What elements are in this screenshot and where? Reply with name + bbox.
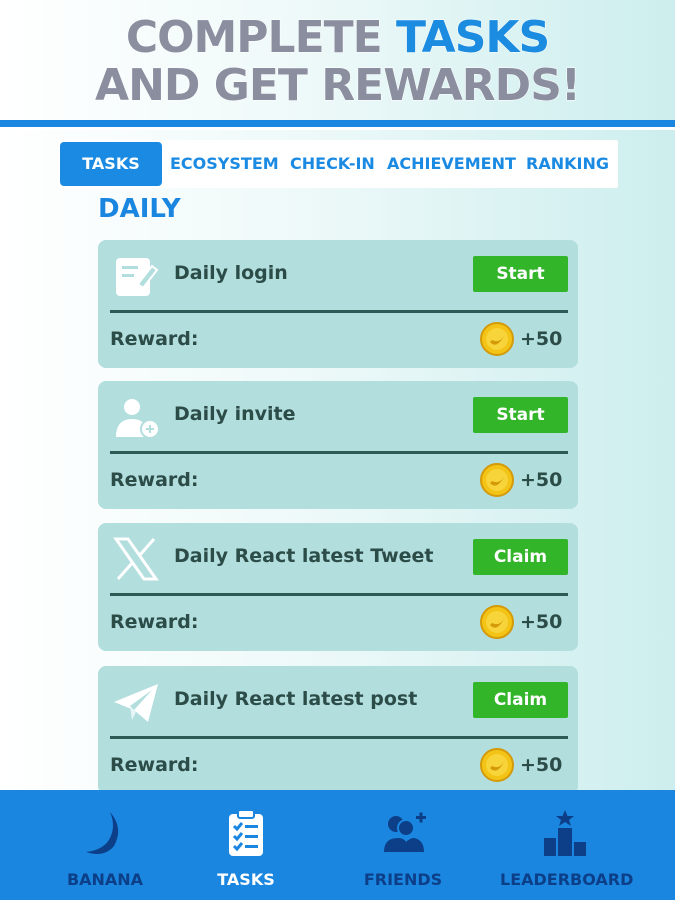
bottom-nav: BANANA TASKS FRIENDS LEADERBOARD bbox=[0, 790, 675, 900]
task-title: Daily login bbox=[174, 262, 288, 284]
banana-coin-icon bbox=[480, 748, 514, 782]
header-line-1-accent: TASKS bbox=[396, 12, 551, 63]
reward-label: Reward: bbox=[110, 754, 199, 776]
tab-ranking[interactable]: RANKING bbox=[526, 142, 609, 186]
reward-value: +50 bbox=[520, 754, 563, 776]
tab-tasks[interactable]: TASKS bbox=[60, 142, 162, 186]
banana-coin-icon bbox=[480, 463, 514, 497]
header-divider bbox=[0, 120, 675, 130]
task-card: Daily React latest post Claim Reward: +5… bbox=[98, 666, 578, 794]
header-line-2: AND GET REWARDS! bbox=[95, 60, 582, 111]
reward-value: +50 bbox=[520, 328, 563, 350]
claim-button[interactable]: Claim bbox=[473, 539, 568, 575]
reward-label: Reward: bbox=[110, 611, 199, 633]
task-card: Daily React latest Tweet Claim Reward: +… bbox=[98, 523, 578, 651]
tab-achievement[interactable]: ACHIEVEMENT bbox=[387, 142, 516, 186]
reward-label: Reward: bbox=[110, 328, 199, 350]
telegram-icon bbox=[112, 678, 160, 726]
card-divider bbox=[110, 736, 568, 739]
header-line-1-main: COMPLETE bbox=[125, 12, 397, 63]
nav-friends[interactable]: FRIENDS bbox=[353, 790, 453, 900]
reward-label: Reward: bbox=[110, 469, 199, 491]
task-card: Daily invite Start Reward: +50 bbox=[98, 381, 578, 509]
nav-banana[interactable]: BANANA bbox=[55, 790, 155, 900]
friends-icon bbox=[378, 808, 428, 858]
x-logo-icon bbox=[112, 535, 160, 583]
card-divider bbox=[110, 310, 568, 313]
reward-value: +50 bbox=[520, 611, 563, 633]
nav-label: LEADERBOARD bbox=[500, 870, 634, 889]
tab-ecosystem[interactable]: ECOSYSTEM bbox=[170, 142, 279, 186]
claim-button[interactable]: Claim bbox=[473, 682, 568, 718]
banana-icon bbox=[80, 808, 130, 858]
start-button[interactable]: Start bbox=[473, 397, 568, 433]
banana-coin-icon bbox=[480, 605, 514, 639]
page-header: COMPLETE TASKS AND GET REWARDS! bbox=[0, 0, 675, 120]
banana-coin-icon bbox=[480, 322, 514, 356]
section-title: DAILY bbox=[98, 194, 181, 224]
start-button[interactable]: Start bbox=[473, 256, 568, 292]
nav-label: BANANA bbox=[66, 870, 144, 889]
header-line-1: COMPLETE TASKS bbox=[0, 12, 675, 63]
edit-document-icon bbox=[112, 252, 160, 300]
nav-tasks[interactable]: TASKS bbox=[196, 790, 296, 900]
tab-bar: TASKS ECOSYSTEM CHECK-IN ACHIEVEMENT RAN… bbox=[58, 140, 618, 188]
add-user-icon bbox=[112, 393, 160, 441]
task-title: Daily React latest Tweet bbox=[174, 545, 434, 567]
nav-leaderboard[interactable]: LEADERBOARD bbox=[500, 790, 634, 900]
task-title: Daily invite bbox=[174, 403, 296, 425]
tab-check-in[interactable]: CHECK-IN bbox=[290, 142, 375, 186]
reward-value: +50 bbox=[520, 469, 563, 491]
task-card: Daily login Start Reward: +50 bbox=[98, 240, 578, 368]
nav-label: FRIENDS bbox=[363, 870, 443, 889]
card-divider bbox=[110, 451, 568, 454]
clipboard-icon bbox=[221, 808, 271, 858]
card-divider bbox=[110, 593, 568, 596]
task-title: Daily React latest post bbox=[174, 688, 418, 710]
nav-label: TASKS bbox=[217, 870, 275, 889]
podium-icon bbox=[540, 808, 590, 858]
